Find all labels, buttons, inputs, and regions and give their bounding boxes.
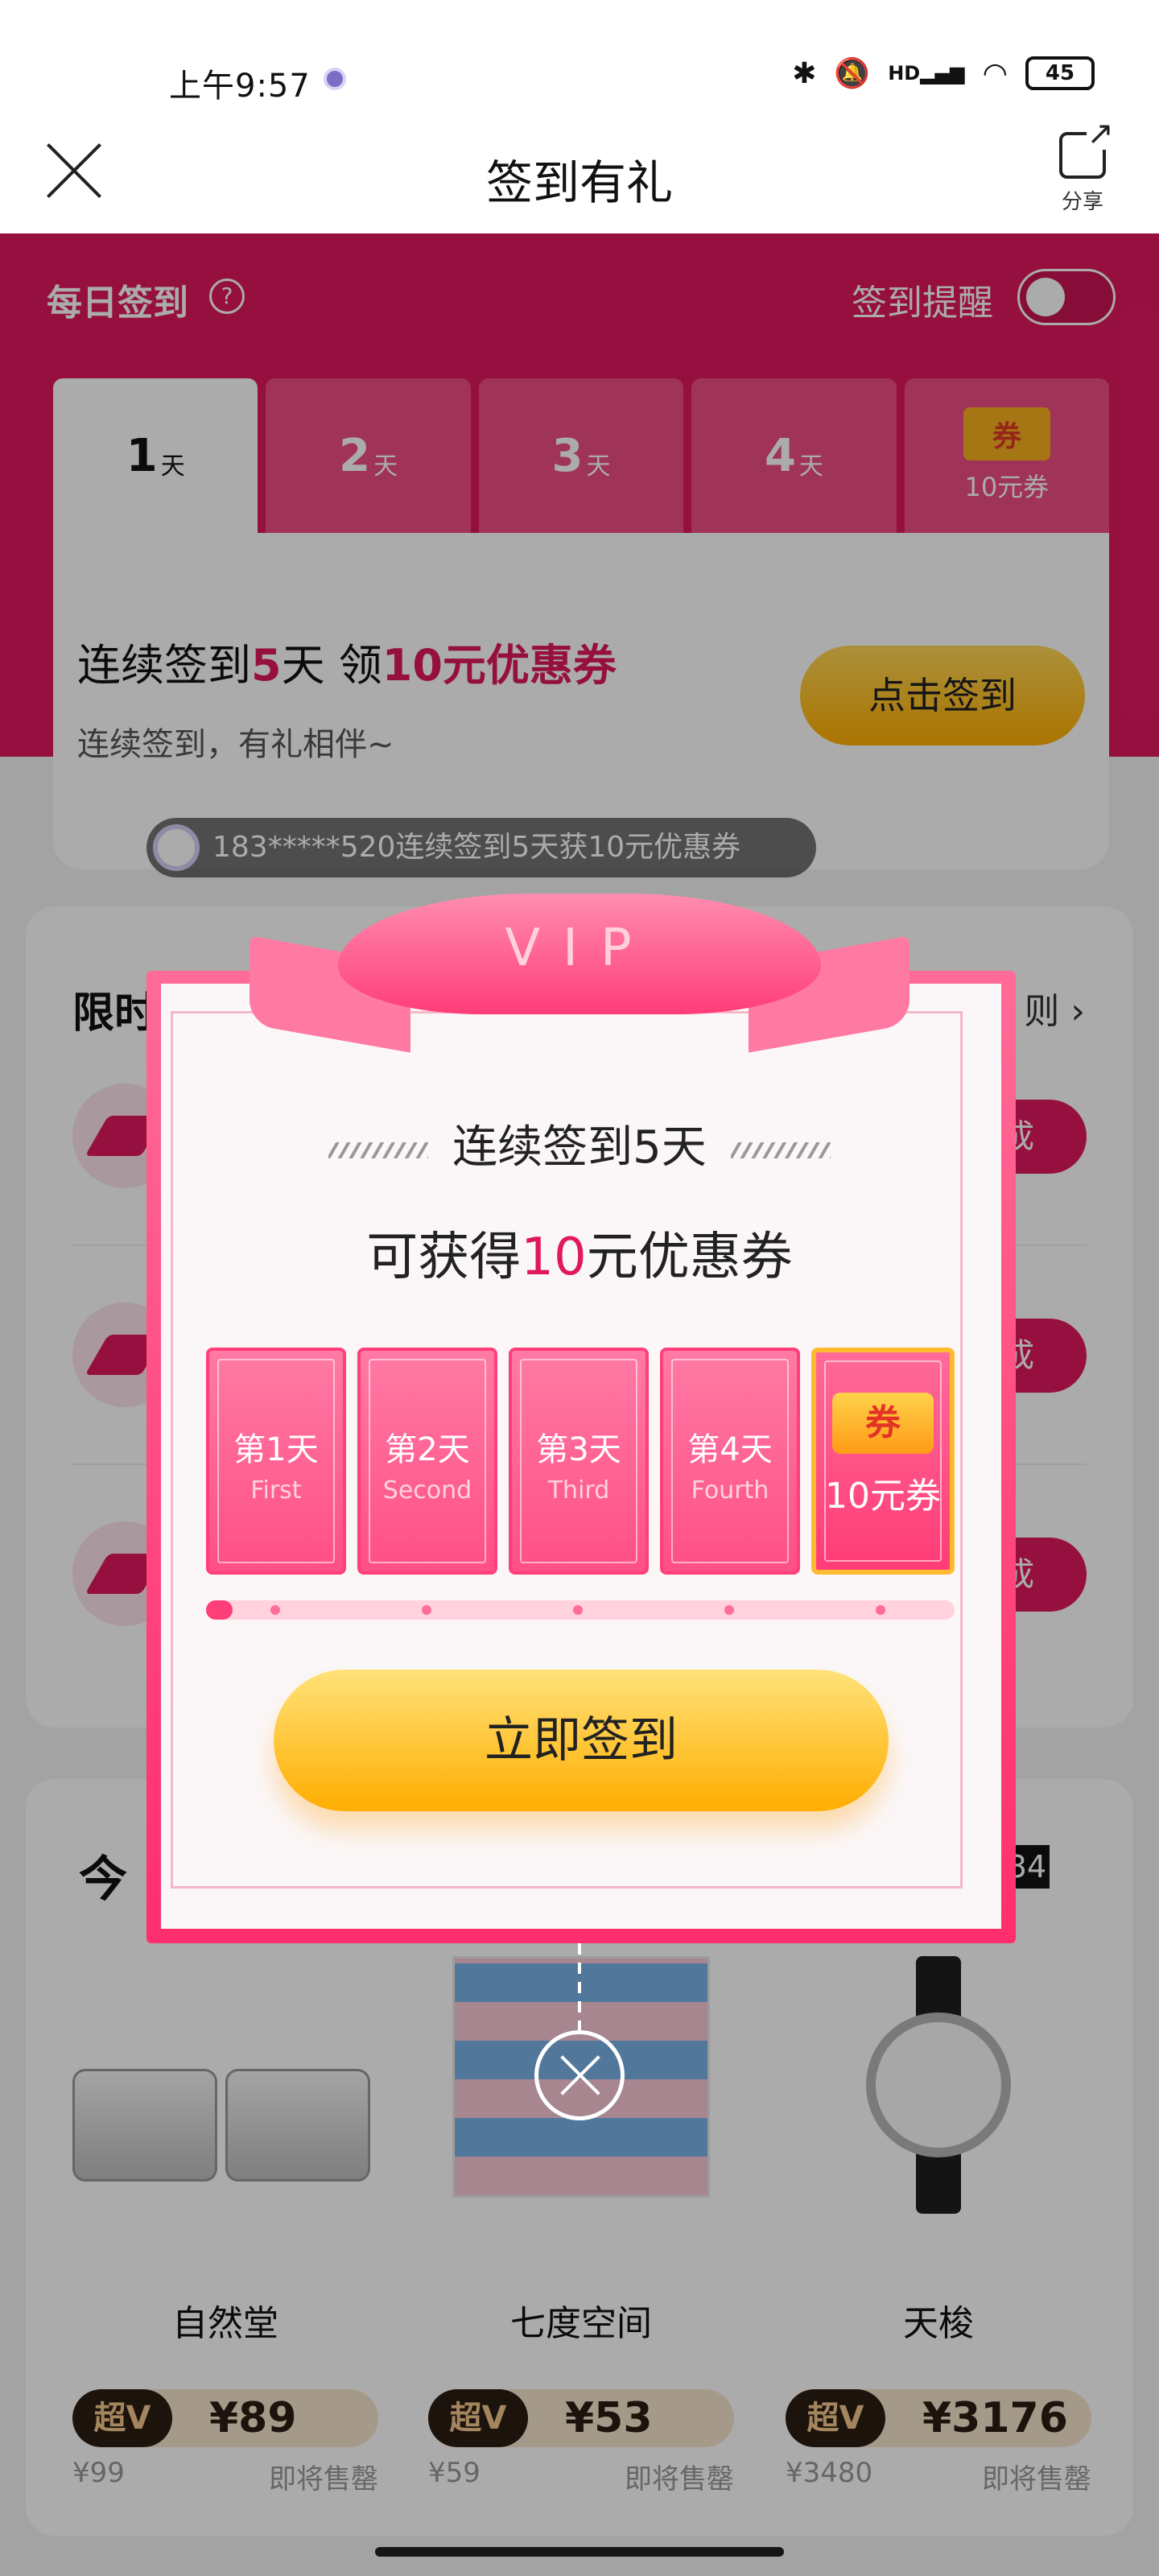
decor-stripes: [328, 1141, 429, 1158]
status-time: 上午9:57: [169, 68, 311, 105]
close-connector: [578, 1943, 581, 2032]
app-notification-icon: [324, 68, 346, 90]
bluetooth-icon: ✱: [792, 56, 817, 90]
coupon-icon: 券: [832, 1393, 934, 1454]
day-label-en: Fourth: [691, 1476, 769, 1505]
status-bar: 上午9:57 ✱ 🔕 HD▂▄▆ ◠ 45: [0, 0, 1159, 121]
day-label-cn: 第2天: [385, 1431, 470, 1468]
decor-stripes: [730, 1141, 831, 1158]
modal-day-card: 第2天 Second: [357, 1348, 497, 1575]
vip-ribbon: VIP: [250, 894, 909, 1055]
share-icon: [1059, 118, 1114, 179]
modal-day-card: 第3天 Third: [509, 1348, 649, 1575]
reward-label: 10元券: [825, 1476, 941, 1517]
day-label-cn: 第1天: [233, 1431, 319, 1468]
vip-ribbon-text: VIP: [338, 894, 821, 1014]
streak-progress-bar: [206, 1600, 955, 1620]
day-label-en: Second: [382, 1476, 472, 1505]
progress-dot: [573, 1605, 583, 1615]
progress-dot: [422, 1605, 431, 1615]
sign-now-button[interactable]: 立即签到: [274, 1670, 889, 1811]
progress-dot: [876, 1605, 885, 1615]
modal-close-icon[interactable]: [534, 2030, 625, 2120]
modal-reward-card: 券 10元券: [811, 1348, 955, 1575]
status-icons: ✱ 🔕 HD▂▄▆ ◠ 45: [792, 56, 1095, 90]
modal-day-cards: 第1天 First 第2天 Second 第3天 Third 第4天 Fourt…: [206, 1348, 955, 1575]
page-title: 签到有礼: [485, 155, 673, 210]
day-label-en: First: [250, 1476, 302, 1505]
signal-icon: HD▂▄▆: [888, 62, 965, 85]
progress-fill: [206, 1600, 233, 1620]
top-nav: 签到有礼 分享: [0, 118, 1159, 233]
day-label-cn: 第4天: [687, 1431, 773, 1468]
mute-icon: 🔕: [834, 57, 871, 90]
modal-day-card: 第1天 First: [206, 1348, 346, 1575]
share-label: 分享: [1061, 190, 1103, 214]
modal-streak-title: 连续签到5天: [0, 1111, 1159, 1176]
day-label-cn: 第3天: [536, 1431, 621, 1468]
modal-day-card: 第4天 Fourth: [660, 1348, 800, 1575]
battery-icon: 45: [1025, 56, 1095, 90]
progress-dot: [270, 1605, 280, 1615]
progress-dot: [724, 1605, 734, 1615]
share-button[interactable]: 分享: [1038, 118, 1127, 215]
day-label-en: Third: [547, 1476, 610, 1505]
wifi-icon: ◠: [982, 56, 1008, 90]
modal-reward-text: 可获得10元优惠券: [366, 1228, 793, 1287]
